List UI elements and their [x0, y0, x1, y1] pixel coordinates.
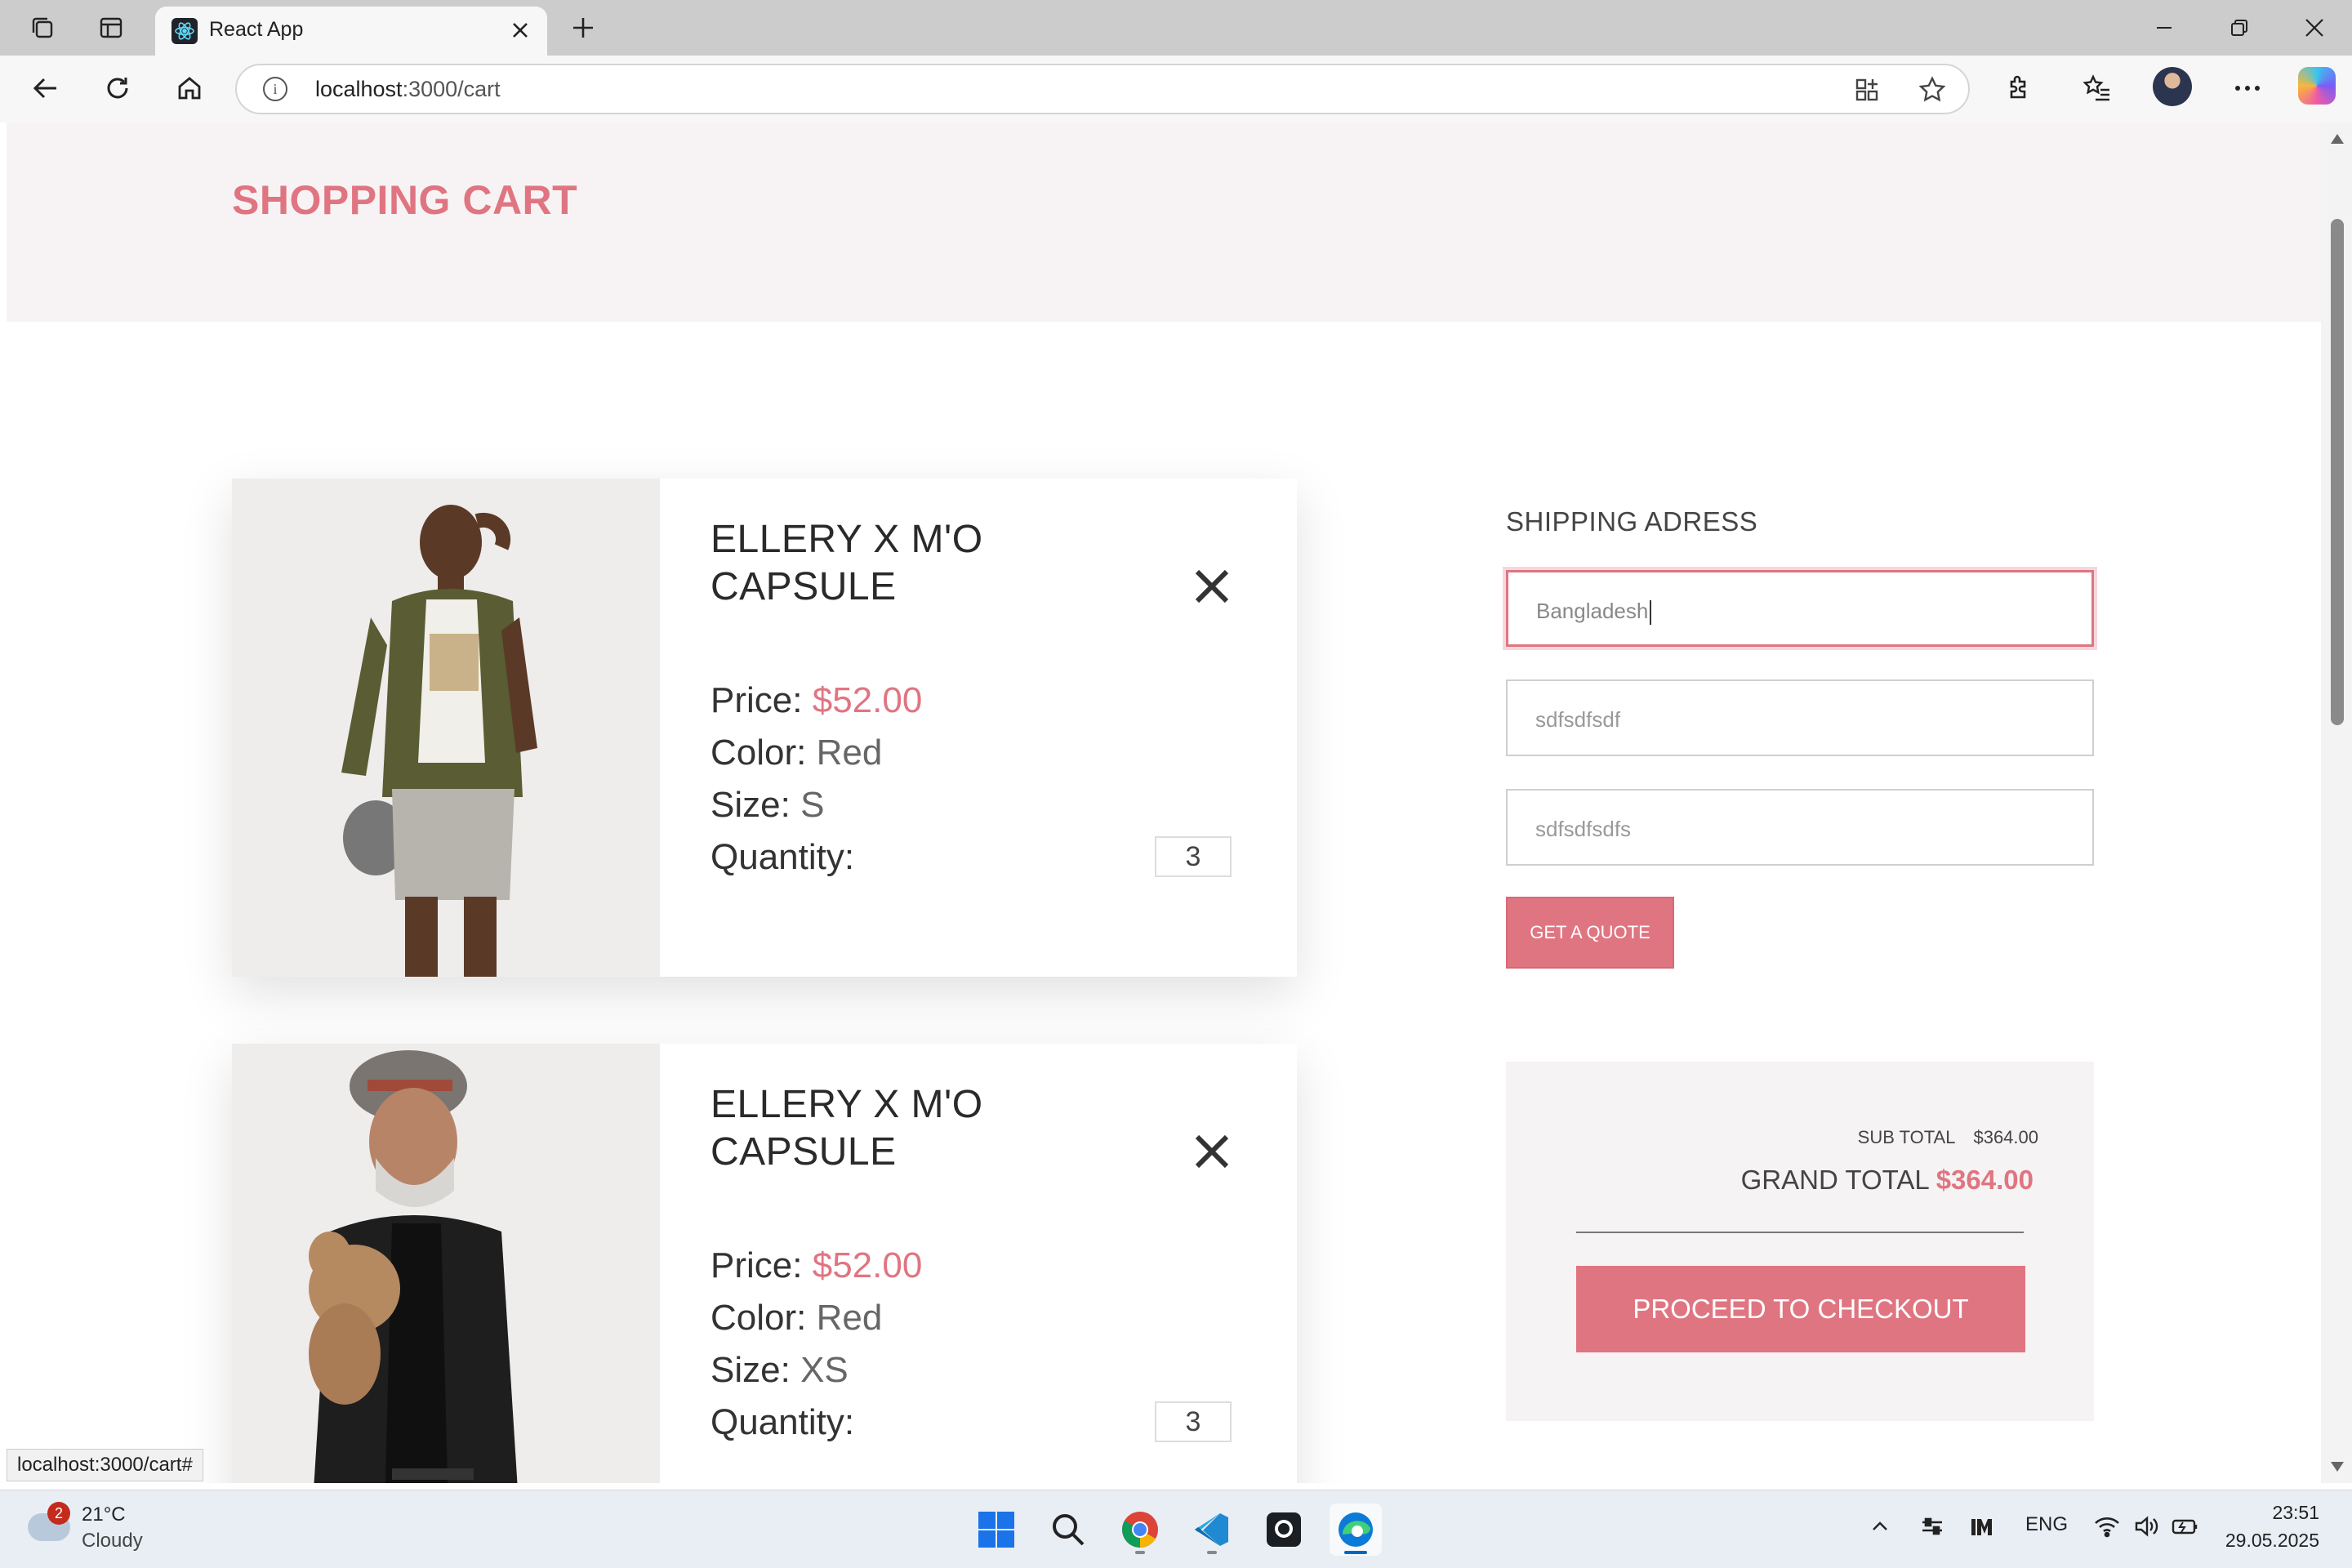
product-details: Price: $52.00 Color: Red Size: XS Quanti… — [710, 1240, 922, 1449]
profile-avatar[interactable] — [2153, 67, 2192, 106]
weather-description[interactable]: Cloudy — [82, 1530, 143, 1552]
quantity-label: Quantity: — [710, 837, 855, 877]
workspaces-icon[interactable] — [28, 13, 57, 42]
close-tab-icon[interactable] — [506, 16, 534, 44]
app-available-icon[interactable] — [1852, 75, 1882, 105]
remove-item-icon[interactable] — [1191, 1130, 1233, 1173]
running-indicator — [1135, 1551, 1145, 1554]
windows-taskbar: 2 21°C Cloudy ENG 23:51 29.05.2025 — [0, 1490, 2352, 1568]
clock-time[interactable]: 23:51 — [2272, 1502, 2319, 1524]
sub-total-row: SUB TOTAL $364.00 — [1858, 1127, 2038, 1148]
link-status-tooltip: localhost:3000/cart# — [7, 1449, 203, 1481]
close-window-icon[interactable] — [2298, 11, 2331, 44]
cart-item: ELLERY X M'O CAPSULE Price: $52.00 Color… — [232, 1044, 1297, 1483]
volume-icon[interactable] — [2132, 1512, 2161, 1541]
scrollbar-thumb[interactable] — [2331, 219, 2344, 725]
sub-total-label: SUB TOTAL — [1857, 1127, 1956, 1147]
quantity-input[interactable]: 3 — [1155, 1401, 1232, 1442]
tab-title: React App — [209, 18, 304, 41]
page-scrollbar[interactable] — [2321, 122, 2352, 1483]
product-price: $52.00 — [812, 1245, 923, 1285]
product-image — [232, 479, 660, 977]
summary-divider — [1576, 1232, 2024, 1233]
quantity-label: Quantity: — [710, 1402, 855, 1442]
weather-badge: 2 — [47, 1502, 70, 1525]
product-size: S — [800, 785, 825, 825]
cart-item: ELLERY X M'O CAPSULE Price: $52.00 Color… — [232, 479, 1297, 977]
country-field[interactable]: Bangladesh — [1506, 570, 2094, 647]
color-label: Color: — [710, 1298, 807, 1338]
extensions-icon[interactable] — [2001, 70, 2037, 106]
zip-field[interactable]: sdfsdfsdfs — [1506, 789, 2094, 866]
reload-icon[interactable] — [100, 70, 136, 106]
tab-actions-icon[interactable] — [96, 13, 126, 42]
product-size: XS — [800, 1350, 849, 1390]
favorites-icon[interactable] — [2079, 70, 2115, 106]
temperature[interactable]: 21°C — [82, 1503, 126, 1526]
new-tab-icon[interactable] — [567, 11, 599, 44]
minimize-icon[interactable] — [2148, 11, 2180, 44]
battery-icon[interactable] — [2171, 1512, 2200, 1541]
app-tray-icon[interactable] — [1968, 1512, 1998, 1541]
settings-sliders-icon[interactable] — [1918, 1512, 1947, 1541]
remove-item-icon[interactable] — [1191, 565, 1233, 608]
address-bar[interactable]: i localhost:3000/cart — [235, 64, 1970, 114]
price-label: Price: — [710, 680, 803, 720]
restore-icon[interactable] — [2223, 11, 2256, 44]
price-label: Price: — [710, 1245, 803, 1285]
site-info-icon[interactable]: i — [263, 77, 287, 101]
text-caret — [1650, 600, 1652, 626]
start-icon[interactable] — [970, 1503, 1022, 1556]
page-title: SHOPPING CART — [232, 177, 578, 223]
page-header: SHOPPING CART — [7, 122, 2321, 322]
grand-total-label: GRAND TOTAL — [1740, 1165, 1930, 1195]
running-indicator — [1207, 1551, 1217, 1554]
running-indicator — [1344, 1551, 1367, 1554]
wifi-icon[interactable] — [2092, 1512, 2122, 1541]
react-icon — [172, 18, 198, 44]
quantity-input[interactable]: 3 — [1155, 836, 1232, 877]
clock-date[interactable]: 29.05.2025 — [2225, 1530, 2319, 1552]
more-options-icon[interactable] — [2230, 70, 2265, 106]
product-color: Red — [816, 1298, 883, 1338]
web-page: SHOPPING CART ELLERY X M'O CAPSULE Price… — [7, 122, 2321, 1483]
product-name: ELLERY X M'O CAPSULE — [710, 1083, 983, 1174]
search-icon[interactable] — [1042, 1503, 1094, 1556]
scroll-down-icon[interactable] — [2331, 1462, 2344, 1472]
order-summary: SUB TOTAL $364.00 GRAND TOTAL $364.00 PROC… — [1506, 1062, 2094, 1421]
language-indicator[interactable]: ENG — [2025, 1513, 2068, 1536]
proceed-to-checkout-button[interactable]: PROCEED TO CHECKOUT — [1576, 1266, 2025, 1352]
back-icon[interactable] — [28, 70, 64, 106]
sub-total-value: $364.00 — [1973, 1127, 2038, 1147]
chevron-up-icon[interactable] — [1865, 1512, 1895, 1541]
product-details: Price: $52.00 Color: Red Size: S Quantit… — [710, 675, 922, 884]
product-name: ELLERY X M'O CAPSULE — [710, 518, 983, 608]
shipping-title: SHIPPING ADRESS — [1506, 506, 1758, 537]
github-icon[interactable] — [1258, 1503, 1310, 1556]
favorite-star-icon[interactable] — [1918, 75, 1947, 105]
product-price: $52.00 — [812, 680, 923, 720]
product-image — [232, 1044, 660, 1483]
scroll-up-icon[interactable] — [2331, 134, 2344, 144]
vscode-icon[interactable] — [1186, 1503, 1238, 1556]
size-label: Size: — [710, 785, 791, 825]
product-color: Red — [816, 733, 883, 773]
home-icon[interactable] — [172, 70, 207, 106]
chrome-icon[interactable] — [1114, 1503, 1166, 1556]
color-label: Color: — [710, 733, 807, 773]
browser-toolbar: i localhost:3000/cart — [0, 56, 2352, 122]
size-label: Size: — [710, 1350, 791, 1390]
browser-tab-bar: React App — [0, 0, 2352, 56]
get-quote-button[interactable]: GET A QUOTE — [1506, 897, 1674, 969]
tab-react-app[interactable]: React App — [155, 7, 547, 56]
grand-total-row: GRAND TOTAL $364.00 — [1741, 1165, 2034, 1196]
state-field[interactable]: sdfsdfsdf — [1506, 679, 2094, 756]
grand-total-value: $364.00 — [1936, 1165, 2034, 1195]
url-text[interactable]: localhost:3000/cart — [315, 77, 501, 102]
edge-icon[interactable] — [1330, 1503, 1382, 1556]
copilot-icon[interactable] — [2298, 67, 2336, 105]
